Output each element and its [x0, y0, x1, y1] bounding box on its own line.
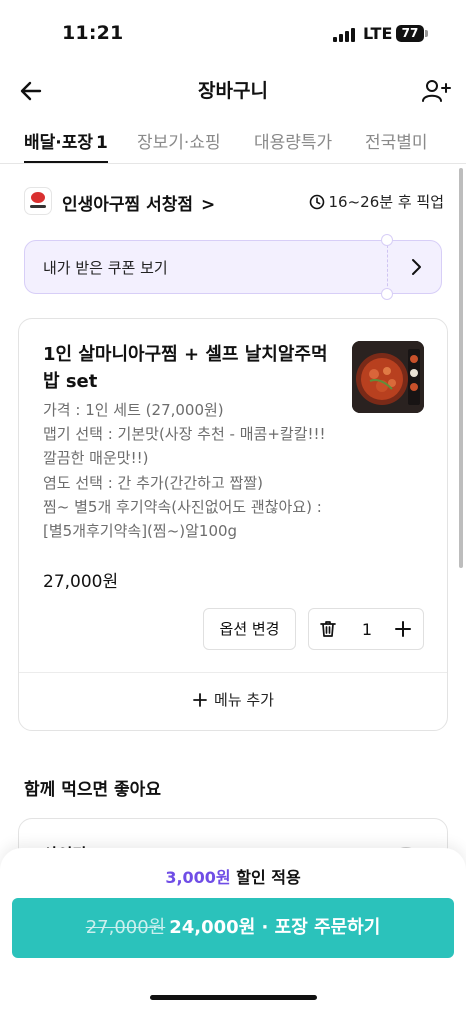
- store-name: 인생아구찜 서창점: [62, 195, 194, 215]
- cart-item-card: 1인 살마니아구찜 + 셀프 날치알주먹밥 set 가격 : 1인 세트 (27…: [18, 318, 448, 731]
- order-bottom-sheet: 3,000원 할인 적용 27,000원 24,000원 · 포장 주문하기: [0, 848, 466, 1010]
- item-option: 맵기 선택 : 기본맛(사장 추천 - 매콤+칼칼!!! 깔끔한 매운맛!!): [43, 425, 326, 468]
- item-option: 염도 선택 : 간 추가(간간하고 짭짤): [43, 473, 263, 492]
- add-menu-label: 메뉴 추가: [214, 691, 274, 709]
- clock-icon: [309, 194, 324, 210]
- card-divider: [19, 672, 447, 673]
- page-title: 장바구니: [198, 80, 268, 102]
- item-price: 27,000원: [43, 572, 119, 592]
- discount-line: 3,000원 할인 적용: [0, 864, 466, 888]
- order-button[interactable]: 27,000원 24,000원 · 포장 주문하기: [12, 898, 454, 958]
- discount-amount: 3,000원: [165, 868, 231, 887]
- tab-bulk-deals[interactable]: 대용량특가: [254, 128, 332, 163]
- store-row: 인생아구찜 서창점 > 16~26분 후 픽업: [24, 184, 444, 218]
- status-time: 11:21: [62, 22, 124, 44]
- order-label: 24,000원 · 포장 주문하기: [169, 917, 381, 938]
- battery-level: 77: [396, 25, 424, 42]
- signal-icon: [333, 28, 355, 42]
- tab-count: 1: [96, 133, 108, 153]
- recommend-title: 함께 먹으면 좋아요: [24, 780, 161, 800]
- coupon-label: 내가 받은 쿠폰 보기: [43, 259, 168, 277]
- store-name-link[interactable]: 인생아구찜 서창점 >: [62, 190, 215, 215]
- item-option: 찜~ 별5개 후기약속(사진없어도 괜찮아요) : [별5개후기약속](찜~)알…: [43, 497, 322, 541]
- tab-delivery-pickup[interactable]: 배달·포장 1: [24, 128, 108, 163]
- item-name: 1인 살마니아구찜 + 셀프 날치알주먹밥 set: [43, 344, 328, 392]
- battery-icon: 77: [396, 25, 428, 42]
- pickup-time: 16~26분 후 픽업: [309, 191, 444, 212]
- category-tabs: 배달·포장 1 장보기·쇼핑 대용량특가 전국별미: [0, 118, 466, 164]
- plus-icon[interactable]: [393, 619, 413, 639]
- coupon-banner[interactable]: 내가 받은 쿠폰 보기: [24, 234, 442, 300]
- item-photo: [352, 341, 424, 413]
- chevron-right-icon: [412, 259, 421, 275]
- tab-regional-specialties[interactable]: 전국별미: [365, 128, 428, 163]
- quantity-stepper: 1: [308, 608, 424, 650]
- original-price: 27,000원: [85, 917, 166, 938]
- chevron-right-icon: >: [200, 195, 216, 215]
- coupon-divider: [387, 245, 388, 291]
- plus-icon: [193, 693, 207, 707]
- status-bar: 11:21 LTE 77: [0, 0, 466, 62]
- app-header: 장바구니: [0, 66, 466, 116]
- item-options: 가격 : 1인 세트 (27,000원) 맵기 선택 : 기본맛(사장 추천 -…: [43, 398, 343, 543]
- home-indicator: [150, 995, 317, 1000]
- trash-icon[interactable]: [318, 619, 338, 639]
- coupon-notch: [381, 234, 393, 246]
- person-plus-icon: [422, 80, 451, 102]
- tab-label: 배달·포장: [24, 133, 94, 153]
- discount-suffix: 할인 적용: [236, 868, 301, 887]
- add-menu-button[interactable]: 메뉴 추가: [19, 689, 447, 710]
- quantity-value: 1: [361, 620, 373, 639]
- option-change-button[interactable]: 옵션 변경: [203, 608, 296, 650]
- add-user-button[interactable]: [420, 76, 452, 106]
- pickup-time-text: 16~26분 후 픽업: [328, 193, 444, 211]
- store-logo: [24, 187, 52, 215]
- item-option: 가격 : 1인 세트 (27,000원): [43, 401, 224, 419]
- coupon-notch: [381, 288, 393, 300]
- scrollbar[interactable]: [459, 168, 463, 568]
- food-image: [352, 341, 424, 413]
- tab-grocery-shopping[interactable]: 장보기·쇼핑: [137, 128, 221, 163]
- network-label: LTE: [363, 24, 393, 43]
